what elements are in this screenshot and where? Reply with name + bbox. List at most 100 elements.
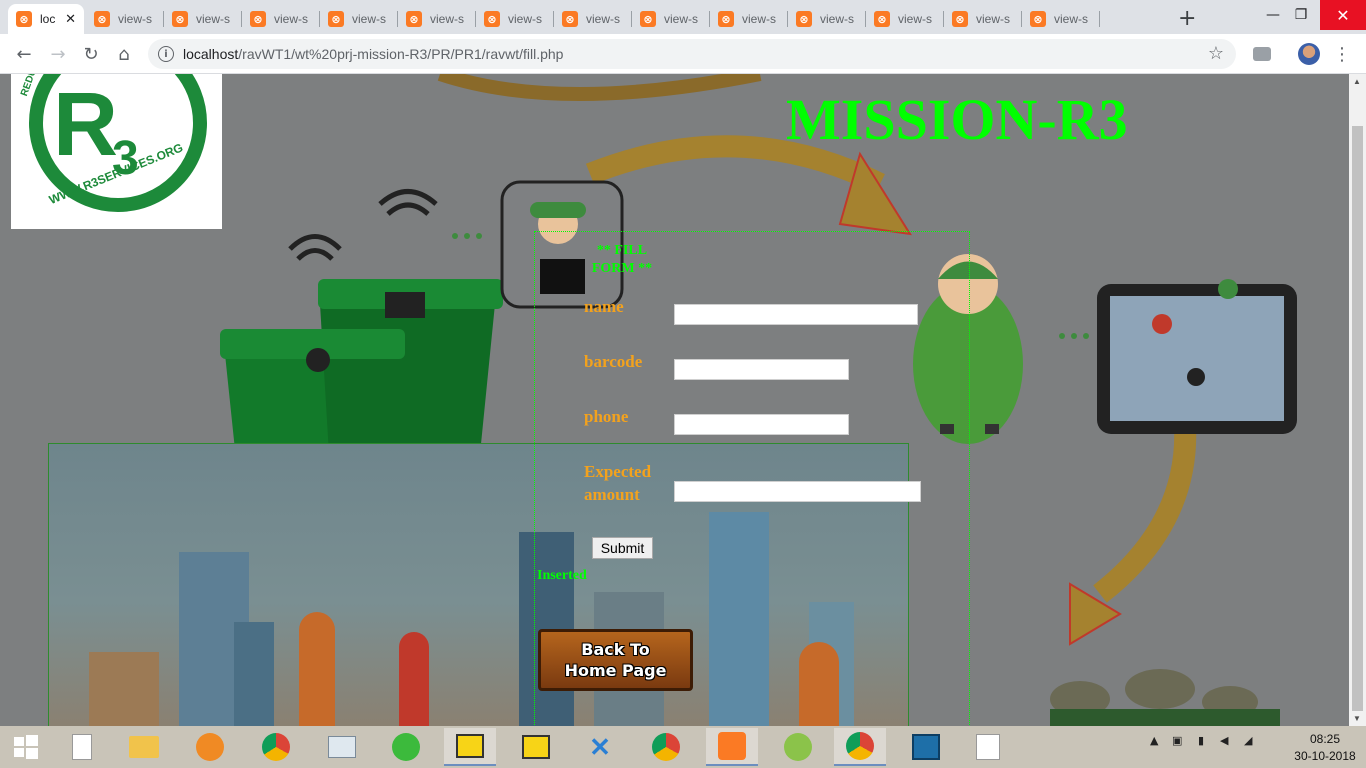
status-message: Inserted [537,568,587,583]
back-to-home-button[interactable]: Back To Home Page [538,629,693,691]
xampp-icon: ⊗ [952,11,968,27]
page-viewport: R3 REDUCE WWW.R3SERVICES.ORG MISSION-R3 … [0,74,1349,726]
barcode-input[interactable] [674,359,849,380]
forward-arrow-icon[interactable]: → [46,42,70,66]
tab-label: view-s [508,12,543,26]
volume-icon[interactable]: ◀ [1220,734,1228,747]
bookmark-star-icon[interactable]: ☆ [1208,43,1224,64]
clock-date: 30-10-2018 [1294,749,1356,763]
url-path: /ravWT1/wt%20prj-mission-R3/PR/PR1/ravwt… [238,46,564,62]
menu-icon[interactable]: ⋮ [1330,42,1354,66]
back-button-line1: Back To [581,640,650,659]
xampp-icon: ⊗ [94,11,110,27]
labview-18-icon[interactable] [510,728,562,766]
chrome-icon[interactable] [834,728,886,766]
paint-icon[interactable] [962,728,1014,766]
xampp-icon: ⊗ [640,11,656,27]
uc-browser-icon[interactable] [184,728,236,766]
tab-label: view-s [976,12,1011,26]
xampp-icon[interactable] [706,728,758,766]
logo-letters: R [53,75,118,175]
system-clock[interactable]: 08:25 30-10-2018 [1290,731,1360,765]
tab-label: view-s [820,12,855,26]
tab-label: view-s [1054,12,1089,26]
back-button-line2: Home Page [564,661,667,680]
scroll-up-arrow-icon[interactable]: ▲ [1353,77,1361,86]
tab-label: view-s [118,12,153,26]
tab-label: view-s [352,12,387,26]
xampp-icon: ⊗ [718,11,734,27]
new-tab-button[interactable]: + [1178,6,1196,31]
profile-avatar[interactable] [1297,42,1321,66]
back-arrow-icon[interactable]: ← [12,42,36,66]
browser-tab[interactable]: ⊗ view-s [398,4,476,34]
start-button[interactable] [0,728,52,766]
submit-button[interactable]: Submit [592,537,653,559]
garbage-pile [1050,669,1280,726]
photos-icon[interactable] [900,728,952,766]
file-explorer-icon[interactable] [118,728,170,766]
phone-input[interactable] [674,414,849,435]
xampp-icon: ⊗ [406,11,422,27]
tab-label: view-s [586,12,621,26]
browser-tab[interactable]: ⊗ view-s [164,4,242,34]
amount-input[interactable] [674,481,921,502]
extension-icon[interactable] [1250,42,1274,66]
scrollbar-thumb[interactable] [1352,126,1363,711]
browser-tab[interactable]: ⊗ view-s [320,4,398,34]
barcode-label: barcode [584,352,643,371]
browser-tab[interactable]: ⊗ view-s [476,4,554,34]
browser-tab[interactable]: ⊗ view-s [1022,4,1100,34]
url-host: localhost [183,46,239,62]
xampp-icon: ⊗ [1030,11,1046,27]
browser-tab[interactable]: ⊗ view-s [866,4,944,34]
browser-tab[interactable]: ⊗ view-s [86,4,164,34]
xampp-icon: ⊗ [484,11,500,27]
tab-label: view-s [664,12,699,26]
r3-logo: R3 REDUCE WWW.R3SERVICES.ORG [11,74,222,229]
browser-tab[interactable]: ⊗ view-s [788,4,866,34]
form-heading: ** FILL FORM ** [591,243,653,276]
windows-logo-icon [14,735,38,759]
browser-tab[interactable]: ⊗ view-s [554,4,632,34]
chrome-icon[interactable] [250,728,302,766]
network-status-icon[interactable]: ▣ [1172,734,1182,747]
scroll-down-arrow-icon[interactable]: ▼ [1353,714,1361,723]
browser-tab-active[interactable]: ⊗ loc ✕ [8,4,84,34]
xampp-icon: ⊗ [796,11,812,27]
task-manager-icon[interactable] [316,728,368,766]
tab-label: view-s [274,12,309,26]
maximize-button[interactable]: ❐ [1278,0,1324,30]
amount-label-line1: Expected [584,462,652,481]
phone-label: phone [584,407,629,426]
wifi-signal-icon[interactable]: ◢ [1244,734,1252,747]
page-scrollbar[interactable]: ▲ ▼ [1349,74,1366,726]
close-window-button[interactable]: ✕ [1320,0,1366,30]
name-input[interactable] [674,304,918,325]
labview-17-icon[interactable] [444,728,496,766]
chrome-icon[interactable] [640,728,692,766]
file-icon[interactable] [56,728,108,766]
amount-label-line2: amount [584,485,640,504]
app-x-icon[interactable]: ✕ [574,728,626,766]
home-icon[interactable]: ⌂ [112,42,136,66]
tab-label: loc [40,12,56,26]
tab-label: view-s [898,12,933,26]
xampp-icon: ⊗ [874,11,890,27]
browser-tab[interactable]: ⊗ view-s [242,4,320,34]
tray-chevron-icon[interactable]: ▲ [1150,734,1158,747]
address-bar[interactable]: i localhost/ravWT1/wt%20prj-mission-R3/P… [148,39,1236,69]
url-text[interactable]: localhost/ravWT1/wt%20prj-mission-R3/PR/… [183,46,563,62]
reload-icon[interactable]: ↻ [79,42,103,66]
battery-icon[interactable]: ▮ [1198,734,1204,747]
tablet-map [1097,279,1297,434]
browser-tab[interactable]: ⊗ view-s [632,4,710,34]
top-arrow-shape [437,74,762,101]
tab-close-icon[interactable]: ✕ [65,11,76,27]
browser-tab[interactable]: ⊗ view-s [944,4,1022,34]
browser-tab[interactable]: ⊗ view-s [710,4,788,34]
printer-app-icon[interactable] [772,728,824,766]
info-icon[interactable]: i [158,46,174,62]
sync-icon[interactable] [380,728,432,766]
xampp-icon: ⊗ [250,11,266,27]
